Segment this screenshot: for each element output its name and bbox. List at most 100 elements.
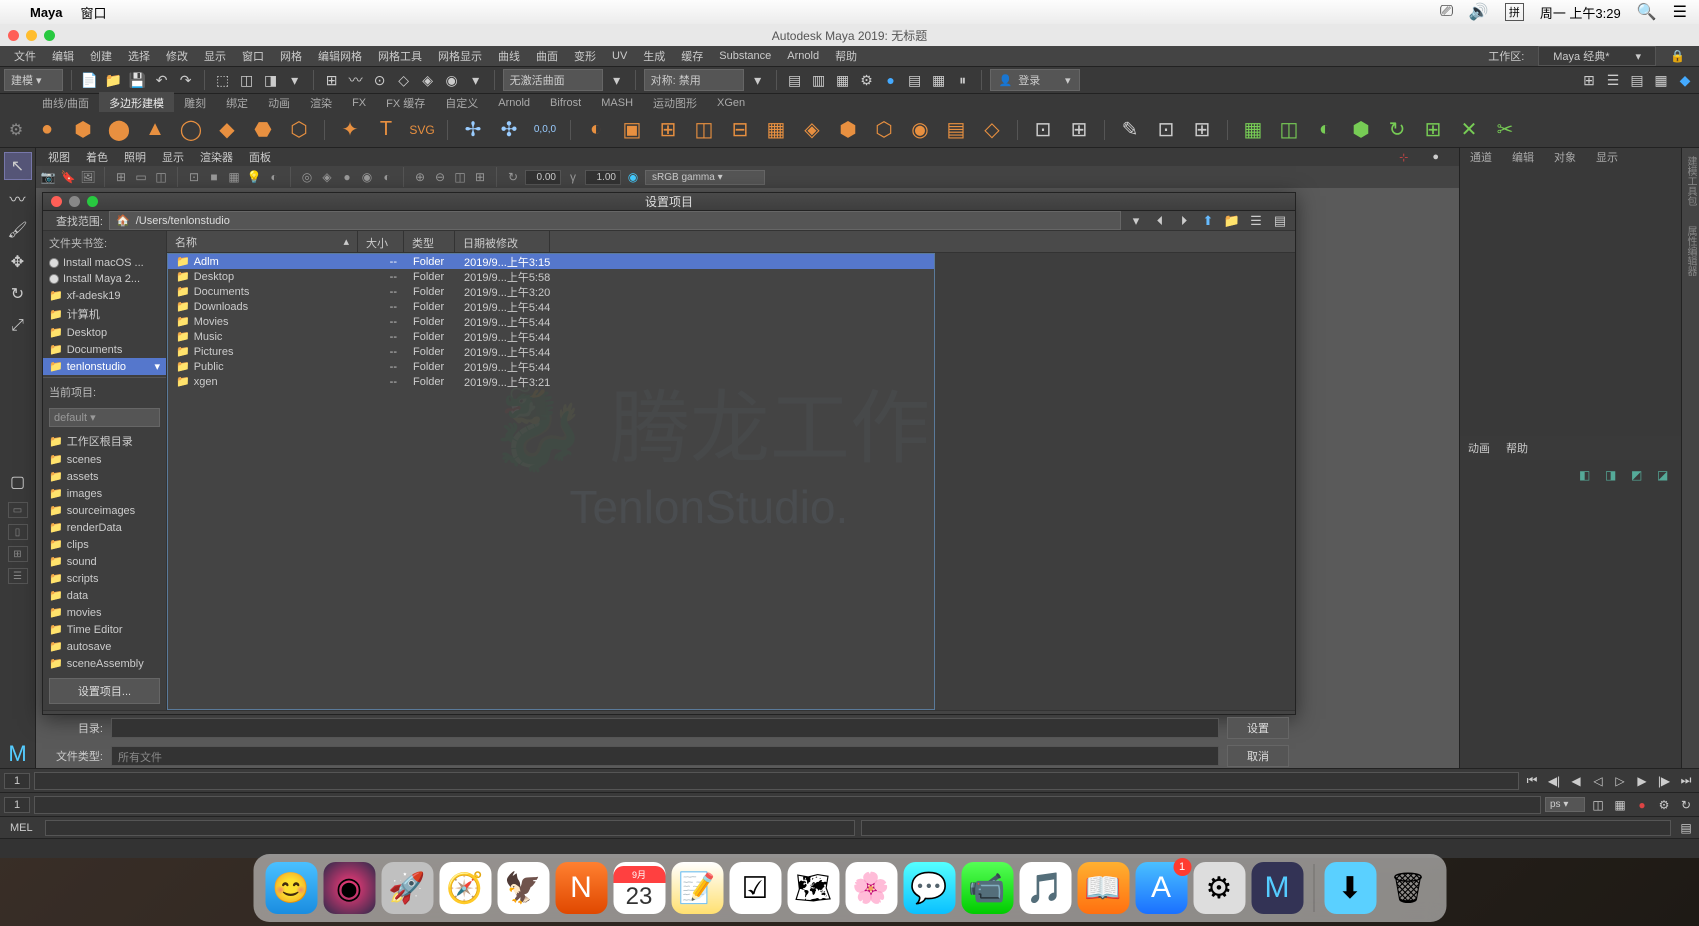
shelf-settings-icon[interactable]: ⚙	[6, 120, 26, 140]
col-name[interactable]: 名称▴	[167, 231, 358, 252]
shelf-tab-arnold[interactable]: Arnold	[488, 94, 540, 112]
path-field[interactable]: 🏠 /Users/tenlonstudio	[109, 211, 1121, 230]
range-opt4-icon[interactable]: ↻	[1677, 796, 1695, 814]
file-row[interactable]: 📁Desktop--Folder2019/9...上午5:58	[168, 269, 934, 284]
menu-create[interactable]: 创建	[82, 48, 120, 64]
lock-icon[interactable]: 🔒	[1662, 49, 1693, 63]
menu-substance[interactable]: Substance	[711, 50, 779, 62]
dock-settings[interactable]: ⚙	[1193, 862, 1245, 914]
menu-editmesh[interactable]: 编辑网格	[310, 48, 370, 64]
render-seq-icon[interactable]: ▦	[833, 70, 853, 90]
right-tab-object[interactable]: 对象	[1544, 146, 1586, 168]
project-dir-item[interactable]: 📁movies	[43, 604, 166, 621]
panel-panels[interactable]: 面板	[241, 149, 279, 165]
dock-facetime[interactable]: 📹	[961, 862, 1013, 914]
pt-aa-icon[interactable]: ◉	[359, 169, 375, 185]
mirror-icon[interactable]: ▤	[941, 115, 971, 145]
project-dir-item[interactable]: 📁images	[43, 485, 166, 502]
dock-appstore[interactable]: A1	[1135, 862, 1187, 914]
sculpt2-icon[interactable]: ⊡	[1151, 115, 1181, 145]
range-start[interactable]: 1	[4, 797, 30, 813]
anim-help[interactable]: 帮助	[1506, 440, 1528, 456]
insert-edge-icon[interactable]: ⊞	[1064, 115, 1094, 145]
menu-arnold[interactable]: Arnold	[779, 50, 827, 62]
attr-editor-tab[interactable]: 属性编辑器	[1683, 226, 1698, 276]
panel-view[interactable]: 视图	[40, 149, 78, 165]
fill-icon[interactable]: ▦	[761, 115, 791, 145]
playblast-icon[interactable]: ⏸	[953, 70, 973, 90]
set-project-sidebar-button[interactable]: 设置项目...	[49, 678, 160, 704]
cancel-button[interactable]: 取消	[1227, 745, 1289, 767]
dock-siri[interactable]: ◉	[323, 862, 375, 914]
menu-window[interactable]: 窗口	[234, 48, 272, 64]
lasso-icon[interactable]: ◫	[237, 70, 257, 90]
pt-gamma-icon[interactable]: γ	[565, 169, 581, 185]
pt-exp3-icon[interactable]: ◫	[452, 169, 468, 185]
fps-select[interactable]: ps ▾	[1545, 797, 1585, 812]
svg-icon[interactable]: SVG	[407, 115, 437, 145]
boolean-icon[interactable]: ◐	[581, 115, 611, 145]
snap-toggle-icon[interactable]: ▾	[466, 70, 486, 90]
poly-platonic-icon[interactable]: ⬡	[284, 115, 314, 145]
poly-type-icon[interactable]: ✦	[335, 115, 365, 145]
dock-downloads[interactable]: ⬇	[1324, 862, 1376, 914]
col-size[interactable]: 大小	[358, 231, 404, 252]
file-row[interactable]: 📁Movies--Folder2019/9...上午5:44	[168, 314, 934, 329]
path-dropdown-icon[interactable]: ▾	[1127, 212, 1145, 230]
smoothproxy-icon[interactable]: ◇	[977, 115, 1007, 145]
bookmark-item[interactable]: 📁Desktop	[43, 324, 166, 341]
merge-icon[interactable]: ⬢	[833, 115, 863, 145]
project-dir-item[interactable]: 📁data	[43, 587, 166, 604]
step-back-icon[interactable]: ◀	[1567, 772, 1585, 790]
airplay-icon[interactable]: ⎚	[1440, 3, 1453, 21]
uv6-icon[interactable]: ⊞	[1418, 115, 1448, 145]
pt-ao-icon[interactable]: ●	[339, 169, 355, 185]
mode-selector[interactable]: 建模 ▾	[4, 69, 63, 91]
rotate-tool[interactable]: ↻	[4, 280, 32, 308]
dock-safari[interactable]: 🧭	[439, 862, 491, 914]
pt-wire-icon[interactable]: ⊡	[186, 169, 202, 185]
uv1-icon[interactable]: ▦	[1238, 115, 1268, 145]
pt-gate-icon[interactable]: ◫	[153, 169, 169, 185]
current-project-select[interactable]: default ▾	[49, 408, 160, 427]
time-track[interactable]	[34, 772, 1519, 790]
new-scene-icon[interactable]: 📄	[80, 70, 100, 90]
ime-indicator[interactable]: 拼	[1505, 3, 1524, 21]
dock-messages[interactable]: 💬	[903, 862, 955, 914]
file-row[interactable]: 📁Documents--Folder2019/9...上午3:20	[168, 284, 934, 299]
snap-grid-icon[interactable]: ⊞	[322, 70, 342, 90]
range-opt1-icon[interactable]: ◫	[1589, 796, 1607, 814]
project-dir-item[interactable]: 📁assets	[43, 468, 166, 485]
pt-motion-icon[interactable]: ◐	[379, 169, 395, 185]
close-window-button[interactable]	[8, 30, 19, 41]
new-folder-icon[interactable]: 📁	[1223, 212, 1241, 230]
colorspace-select[interactable]: sRGB gamma ▾	[645, 170, 765, 185]
shelf-tab-render[interactable]: 渲染	[300, 92, 342, 114]
file-row[interactable]: 📁Public--Folder2019/9...上午5:44	[168, 359, 934, 374]
start-frame[interactable]: 1	[4, 773, 30, 789]
script-editor-icon[interactable]: ▤	[1677, 819, 1695, 837]
detach-icon[interactable]: ◉	[905, 115, 935, 145]
sel-mode-icon[interactable]: ▾	[285, 70, 305, 90]
modeling-toolkit-icon[interactable]: ◆	[1675, 70, 1695, 90]
step-back-key-icon[interactable]: ◀|	[1545, 772, 1563, 790]
layout-single-icon[interactable]: ▢	[4, 468, 32, 496]
uv7-icon[interactable]: ✕	[1454, 115, 1484, 145]
dropdown2-icon[interactable]: ▾	[748, 70, 768, 90]
minimize-window-button[interactable]	[26, 30, 37, 41]
dialog-title-bar[interactable]: 设置项目	[43, 193, 1295, 211]
layout-h-icon[interactable]: ▭	[8, 502, 28, 518]
redo-icon[interactable]: ↷	[176, 70, 196, 90]
mel-label[interactable]: MEL	[4, 820, 39, 836]
notification-center-icon[interactable]: ☰	[1673, 2, 1687, 22]
pt-film-icon[interactable]: ▭	[133, 169, 149, 185]
range-opt2-icon[interactable]: ▦	[1611, 796, 1629, 814]
bookmark-item[interactable]: 📁Documents	[43, 341, 166, 358]
sculpt3-icon[interactable]: ⊞	[1187, 115, 1217, 145]
bridge-icon[interactable]: ⊞	[653, 115, 683, 145]
menu-deform[interactable]: 变形	[566, 48, 604, 64]
dock-notion[interactable]: N	[555, 862, 607, 914]
dialog-zoom-button[interactable]	[87, 196, 98, 207]
dock-itunes[interactable]: 🎵	[1019, 862, 1071, 914]
pt-shaded-icon[interactable]: ■	[206, 169, 222, 185]
